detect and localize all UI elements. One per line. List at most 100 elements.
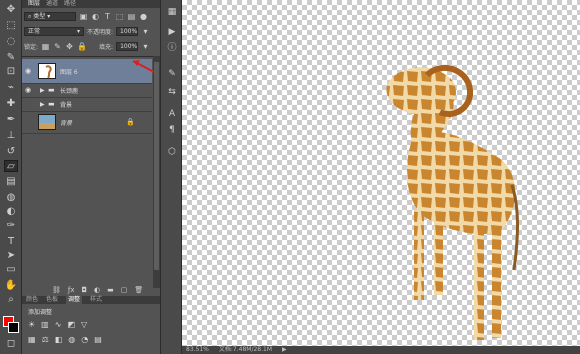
adjust-filter-icon[interactable]: ◐ [91,12,100,21]
tool-preset-icon[interactable]: ⇆ [166,86,178,98]
shape-filter-icon[interactable]: ⬚ [115,12,124,21]
adjustment-layer-icon[interactable]: ◐ [94,286,100,294]
background-color-swatch[interactable] [8,322,19,333]
hue-saturation-icon[interactable]: ▦ [28,335,36,344]
paragraph-icon[interactable]: ¶ [166,124,178,136]
fill-input[interactable]: 100% [116,41,139,51]
tab-paths[interactable]: 路径 [64,0,76,8]
tab-swatches[interactable]: 色板 [46,296,58,304]
chevron-down-icon[interactable]: ▾ [141,42,150,51]
color-lookup-icon[interactable]: ▤ [94,335,102,344]
photo-filter-icon[interactable]: ◍ [68,335,75,344]
dodge-tool-icon[interactable]: ◐ [4,206,18,218]
lasso-tool-icon[interactable]: ◌ [4,36,18,48]
curves-icon[interactable]: ∿ [55,320,62,329]
document-canvas[interactable] [136,0,580,346]
eye-hidden-icon[interactable]: ◉ [22,100,34,108]
quick-select-tool-icon[interactable]: ✎ [4,52,18,64]
channel-mixer-icon[interactable]: ◔ [81,335,88,344]
fill-label: 填充: [99,43,114,51]
3d-icon[interactable]: ⬡ [166,146,178,158]
hand-tool-icon[interactable]: ✋ [4,280,18,292]
history-brush-tool-icon[interactable]: ↺ [4,146,18,158]
gradient-tool-icon[interactable]: ▤ [4,176,18,188]
mask-icon[interactable]: ◘ [82,286,88,294]
pen-tool-icon[interactable]: ✑ [4,220,18,232]
path-select-tool-icon[interactable]: ➤ [4,250,18,262]
lock-label: 锁定: [24,43,39,51]
tab-styles[interactable]: 样式 [90,296,102,304]
eye-hidden-icon[interactable]: ◉ [22,118,34,126]
actions-icon[interactable]: ▶ [166,26,178,38]
black-white-icon[interactable]: ◧ [55,335,63,344]
eyedropper-tool-icon[interactable]: ⌁ [4,82,18,94]
blend-mode-select[interactable]: 正常 ▾ [24,26,84,36]
color-balance-icon[interactable]: ⚖ [42,335,49,344]
lock-pixels-icon[interactable]: ✎ [53,42,62,51]
status-bar: 83.51% 文档:7.48M/28.1M ▶ [182,346,580,354]
eye-icon[interactable]: ◉ [22,86,34,94]
brush-preset-icon[interactable]: ✎ [166,68,178,80]
zoom-tool-icon[interactable]: ⌕ [4,294,18,306]
filter-row: ⌕ 类型 ▾ ▣ ◐ T ⬚ ▤ ● [24,11,158,21]
move-tool-icon[interactable]: ✥ [4,4,18,16]
expand-arrow-icon[interactable]: ▶ [40,101,48,108]
eye-icon[interactable]: ◉ [22,67,34,75]
link-icon[interactable]: ⛓ [52,286,61,294]
tab-color[interactable]: 颜色 [26,296,38,304]
tab-adjustments[interactable]: 调整 [66,296,83,304]
layers-list: ◉ 图层 6 ◉ ▶ ▬ 长颈鹿 ◉ ▶ ▬ 背景 ◉ 背景 🔒 [22,56,160,286]
new-layer-icon[interactable]: ▢ [121,286,128,294]
lock-row: 锁定: ▦ ✎ ✥ 🔒 填充: 100% ▾ [24,41,158,51]
layer-group-row[interactable]: ◉ ▶ ▬ 背景 [22,98,152,110]
pixel-filter-icon[interactable]: ▣ [79,12,88,21]
exposure-icon[interactable]: ◩ [67,320,75,329]
layers-panel-tabs: 图层 通道 路径 [22,0,160,8]
lock-icon: 🔒 [126,118,135,126]
quick-mask-icon[interactable]: ◻ [4,338,18,350]
tab-channels[interactable]: 通道 [46,0,58,8]
tab-layers[interactable]: 图层 [28,0,40,8]
smart-filter-icon[interactable]: ▤ [127,12,136,21]
scrollbar-thumb[interactable] [154,62,159,270]
layer-row[interactable]: ◉ 背景 🔒 [22,112,152,132]
expand-arrow-icon[interactable]: ▶ [40,87,48,94]
type-tool-icon[interactable]: T [4,236,18,248]
layer-thumbnail [38,63,56,79]
folder-icon[interactable]: ▬ [107,286,114,294]
filter-type-select[interactable]: ⌕ 类型 ▾ [24,11,76,21]
status-arrow-icon[interactable]: ▶ [282,346,287,354]
blend-row: 正常 ▾ 不透明度: 100% ▾ [24,26,158,36]
layers-scrollbar[interactable] [153,56,160,288]
healing-tool-icon[interactable]: ✚ [4,98,18,110]
brightness-icon[interactable]: ☀ [28,320,35,329]
layers-footer: ⛓ ƒx ◘ ◐ ▬ ▢ 🗑 [52,286,160,294]
levels-icon[interactable]: ▥ [41,320,49,329]
lock-all-icon[interactable]: 🔒 [77,42,87,51]
info-icon[interactable]: ⓘ [166,42,178,54]
vibrance-icon[interactable]: ▽ [81,320,87,329]
chevron-down-icon[interactable]: ▾ [141,27,150,36]
type-filter-icon[interactable]: T [103,12,112,21]
lock-position-icon[interactable]: ✥ [65,42,74,51]
layer-group-row[interactable]: ◉ ▶ ▬ 长颈鹿 [22,84,152,96]
trash-icon[interactable]: 🗑 [134,286,143,294]
opacity-input[interactable]: 100% [116,26,139,36]
stamp-tool-icon[interactable]: ⊥ [4,130,18,142]
lock-transparency-icon[interactable]: ▦ [41,42,50,51]
blur-tool-icon[interactable]: ◍ [4,192,18,204]
marquee-tool-icon[interactable]: ⬚ [4,20,18,32]
zoom-level[interactable]: 83.51% [186,346,209,354]
brush-tool-icon[interactable]: ✒ [4,114,18,126]
shape-tool-icon[interactable]: ▭ [4,264,18,276]
bottom-panel-tabs: 颜色 色板 调整 样式 [22,296,160,304]
layer-name: 背景 [60,119,73,127]
fx-icon[interactable]: ƒx [68,286,75,294]
eraser-tool-icon[interactable]: ▱ [4,160,18,172]
opacity-label: 不透明度: [87,28,114,36]
history-icon[interactable]: ▦ [166,6,178,18]
adjustments-row-2: ▦ ⚖ ◧ ◍ ◔ ▤ [28,335,102,344]
character-icon[interactable]: A [166,108,178,120]
filter-toggle-icon[interactable]: ● [139,12,148,21]
crop-tool-icon[interactable]: ⊡ [4,66,18,78]
